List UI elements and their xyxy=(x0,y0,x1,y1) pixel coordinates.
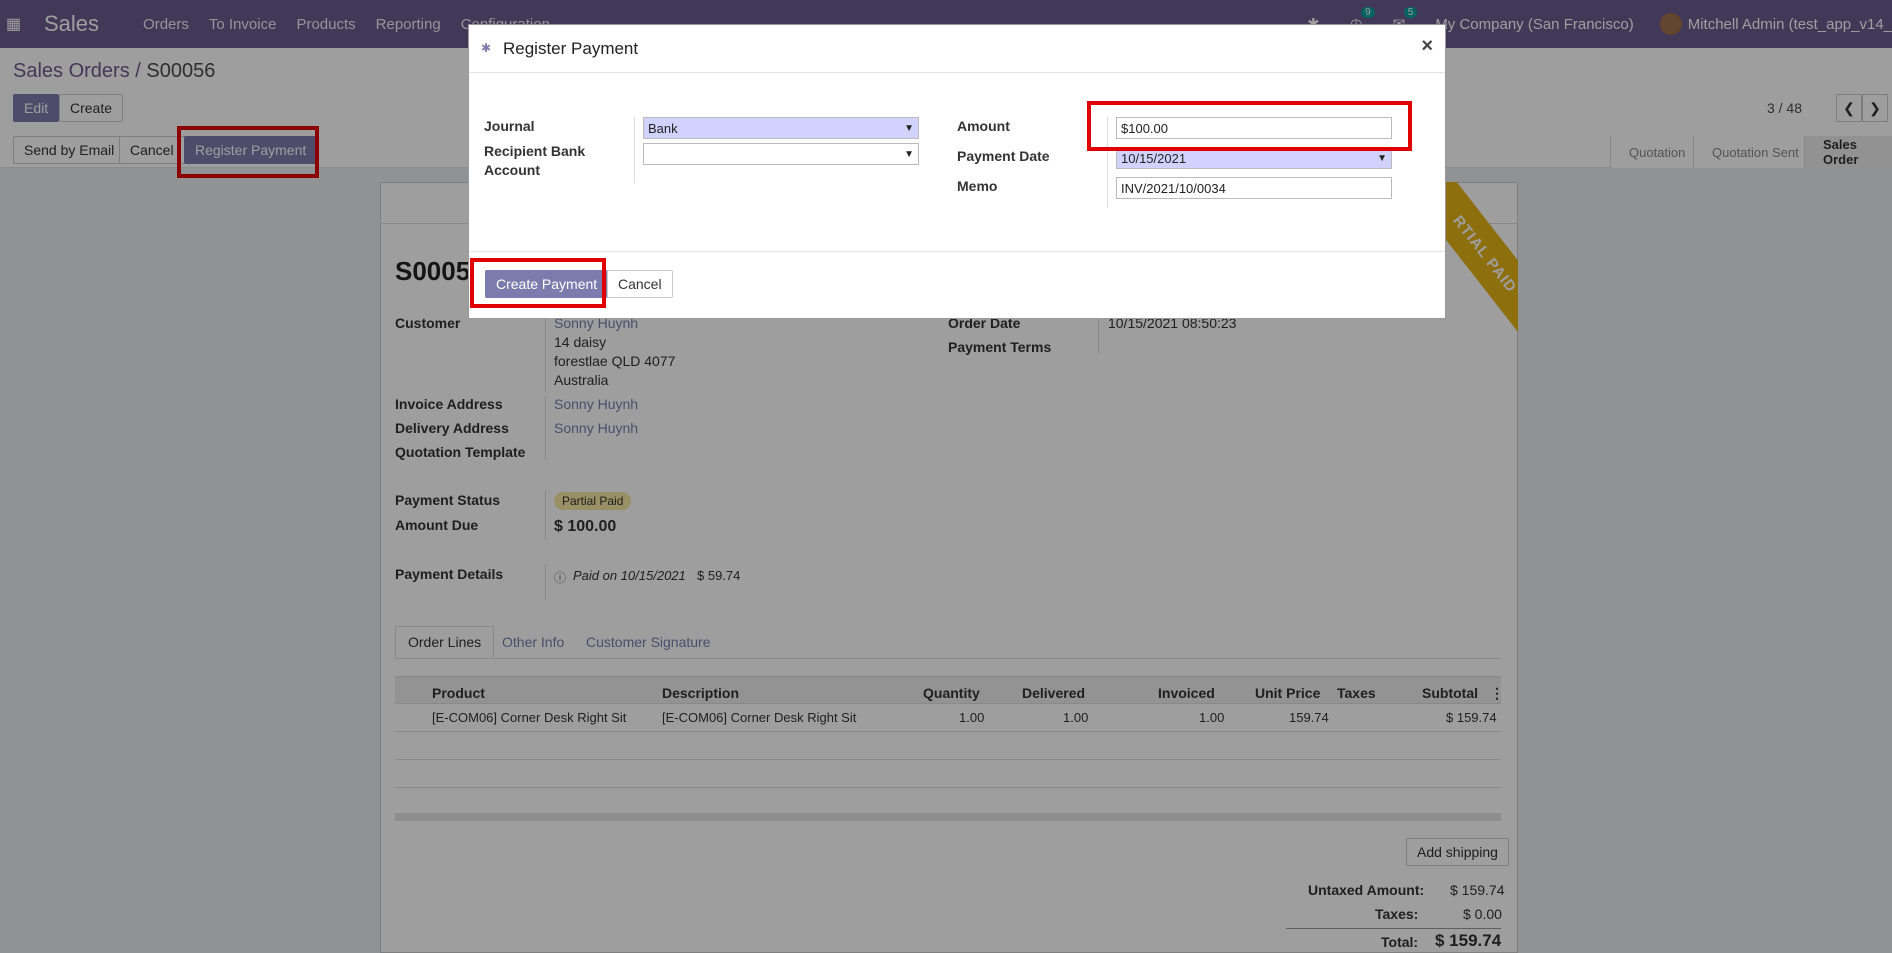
dialog-title: Register Payment xyxy=(503,39,639,58)
recipient-bank-account-select[interactable]: ▼ xyxy=(643,143,919,165)
memo-label: Memo xyxy=(957,178,998,194)
create-payment-highlight xyxy=(470,258,606,308)
chevron-down-icon: ▼ xyxy=(1377,153,1387,164)
memo-input[interactable]: INV/2021/10/0034 xyxy=(1116,177,1392,199)
memo-value: INV/2021/10/0034 xyxy=(1121,180,1226,196)
bug-icon: ✱ xyxy=(481,41,492,55)
payment-date-value: 10/15/2021 xyxy=(1121,150,1187,166)
register-payment-dialog: ✱ Register Payment × Journal Bank ▼ Recip… xyxy=(468,24,1446,319)
dialog-footer-divider xyxy=(469,251,1445,252)
journal-value: Bank xyxy=(648,120,678,136)
journal-label: Journal xyxy=(484,118,535,134)
journal-select[interactable]: Bank ▼ xyxy=(643,117,919,139)
payment-date-label: Payment Date xyxy=(957,148,1050,164)
chevron-down-icon: ▼ xyxy=(904,123,914,134)
recipient-bank-label-2: Account xyxy=(484,162,540,178)
chevron-down-icon: ▼ xyxy=(904,149,914,160)
amount-highlight xyxy=(1087,101,1412,151)
separator xyxy=(634,117,635,183)
dialog-header: ✱ Register Payment × xyxy=(469,25,1445,73)
recipient-bank-label: Recipient Bank xyxy=(484,143,586,159)
amount-label: Amount xyxy=(957,118,1010,134)
dialog-cancel-button[interactable]: Cancel xyxy=(607,270,673,298)
close-icon[interactable]: × xyxy=(1421,35,1433,58)
